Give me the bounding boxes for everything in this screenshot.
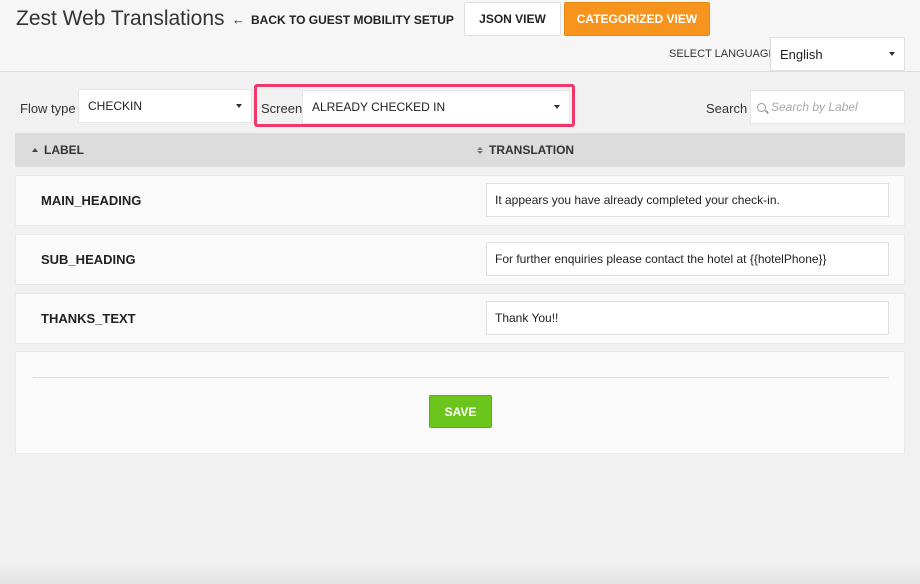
translation-input[interactable]: Thank You!! xyxy=(486,301,889,335)
label-column-title: LABEL xyxy=(44,143,84,157)
language-select[interactable]: English xyxy=(770,37,905,71)
save-panel: SAVE xyxy=(15,351,905,454)
top-bar: Zest Web Translations ← BACK TO GUEST MO… xyxy=(0,0,920,72)
bottom-fade xyxy=(0,560,920,584)
sort-ascending-icon xyxy=(32,148,38,152)
row-label: THANKS_TEXT xyxy=(41,311,136,326)
label-column-header[interactable]: LABEL xyxy=(32,133,84,167)
chevron-down-icon xyxy=(554,105,560,109)
table-header: LABEL TRANSLATION xyxy=(15,133,905,167)
flow-type-value: CHECKIN xyxy=(88,99,143,113)
arrow-left-icon: ← xyxy=(232,12,245,27)
row-label: SUB_HEADING xyxy=(41,252,136,267)
translation-input[interactable]: It appears you have already completed yo… xyxy=(486,183,889,217)
chevron-down-icon xyxy=(889,52,895,56)
screen-label: Screen xyxy=(261,101,303,116)
chevron-down-icon xyxy=(236,104,242,108)
flow-type-label: Flow type xyxy=(20,101,76,116)
flow-type-select[interactable]: CHECKIN xyxy=(78,89,252,123)
select-language-label: SELECT LANGUAGE xyxy=(669,48,776,60)
back-link-label: BACK TO GUEST MOBILITY SETUP xyxy=(251,12,454,27)
translation-column-header[interactable]: TRANSLATION xyxy=(477,133,574,167)
translation-input[interactable]: For further enquiries please contact the… xyxy=(486,242,889,276)
categorized-view-button[interactable]: CATEGORIZED VIEW xyxy=(564,2,710,36)
search-icon xyxy=(757,102,766,112)
table-row: THANKS_TEXT Thank You!! xyxy=(15,293,905,344)
sort-icon xyxy=(477,146,483,154)
screen-value: ALREADY CHECKED IN xyxy=(312,100,446,114)
search-input[interactable]: Search by Label xyxy=(750,90,905,124)
search-placeholder: Search by Label xyxy=(771,100,858,114)
language-value: English xyxy=(780,46,823,62)
row-label: MAIN_HEADING xyxy=(41,193,142,208)
divider xyxy=(33,377,889,378)
screen-select[interactable]: ALREADY CHECKED IN xyxy=(302,90,570,124)
back-to-setup-link[interactable]: ← BACK TO GUEST MOBILITY SETUP xyxy=(232,12,454,27)
json-view-button[interactable]: JSON VIEW xyxy=(464,2,561,36)
save-button[interactable]: SAVE xyxy=(429,395,492,428)
translation-column-title: TRANSLATION xyxy=(489,143,575,157)
table-row: MAIN_HEADING It appears you have already… xyxy=(15,175,905,226)
search-label: Search xyxy=(706,101,748,116)
table-row: SUB_HEADING For further enquiries please… xyxy=(15,234,905,285)
app-title: Zest Web Translations xyxy=(16,7,225,30)
